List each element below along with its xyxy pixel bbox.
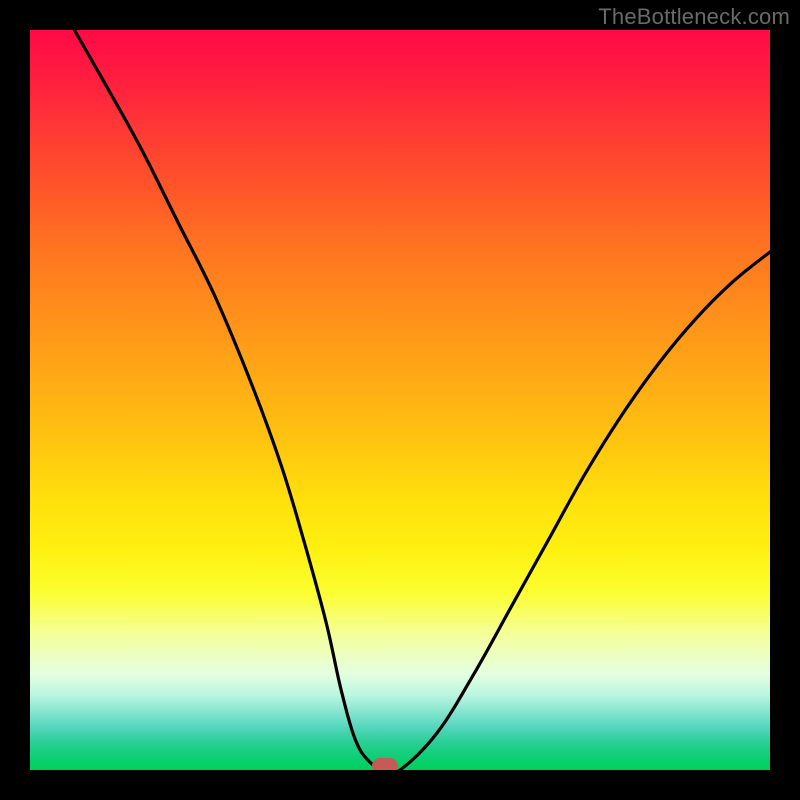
optimum-marker: [372, 758, 398, 770]
chart-frame: TheBottleneck.com: [0, 0, 800, 800]
bottleneck-curve: [74, 30, 770, 770]
plot-area: [30, 30, 770, 770]
curve-svg: [30, 30, 770, 770]
watermark-text: TheBottleneck.com: [598, 4, 790, 30]
